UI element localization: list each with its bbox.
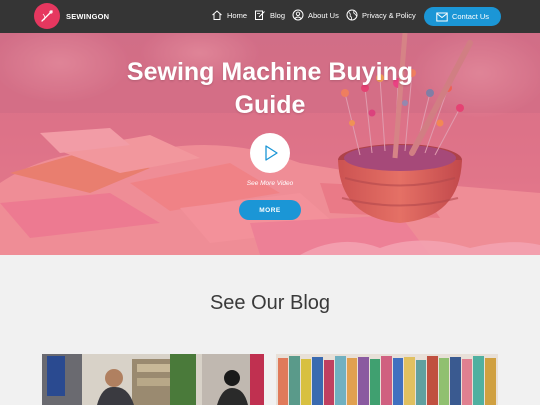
nav-item-about-us[interactable]: About Us [292, 9, 339, 21]
nav-item-blog[interactable]: Blog [254, 9, 285, 21]
play-video-button[interactable] [250, 133, 290, 173]
home-icon [212, 10, 222, 20]
edit-icon [255, 10, 265, 20]
brand-name: SEWINGON [66, 11, 110, 21]
navbar: SEWINGON Home Blog About Us Privacy & Po… [0, 0, 540, 33]
more-button[interactable]: MORE [239, 200, 301, 220]
globe-icon [346, 9, 358, 21]
nav-item-label: Privacy & Policy [362, 10, 416, 20]
brand-logo[interactable]: SEWINGON [34, 3, 109, 29]
blog-card-image[interactable] [42, 354, 264, 405]
nav-item-home[interactable]: Home [211, 9, 247, 21]
contact-us-button[interactable]: Contact Us [424, 7, 501, 26]
needle-icon [34, 3, 60, 29]
nav-item-label: Blog [270, 10, 286, 20]
nav-item-label: About Us [308, 10, 339, 20]
nav-item-label: Home [227, 10, 248, 20]
user-icon [292, 9, 304, 21]
hero-title-line-2: Guide [234, 91, 306, 119]
sewing-workshop-photo [42, 354, 264, 405]
blog-section-heading: See Our Blog [209, 292, 331, 314]
hero-title-line-1: Sewing Machine Buying [126, 58, 414, 86]
hero-banner: Sewing Machine Buying Guide See More Vid… [0, 33, 540, 255]
play-icon [265, 145, 278, 161]
fabric-rolls-photo [276, 354, 498, 405]
mail-icon [436, 12, 448, 21]
nav-item-privacy-policy[interactable]: Privacy & Policy [346, 9, 416, 21]
see-more-video-label: See More Video [246, 180, 294, 187]
contact-us-label: Contact Us [451, 12, 490, 21]
blog-card-image[interactable] [276, 354, 498, 405]
hero-title: Sewing Machine Buying Guide [70, 56, 470, 122]
